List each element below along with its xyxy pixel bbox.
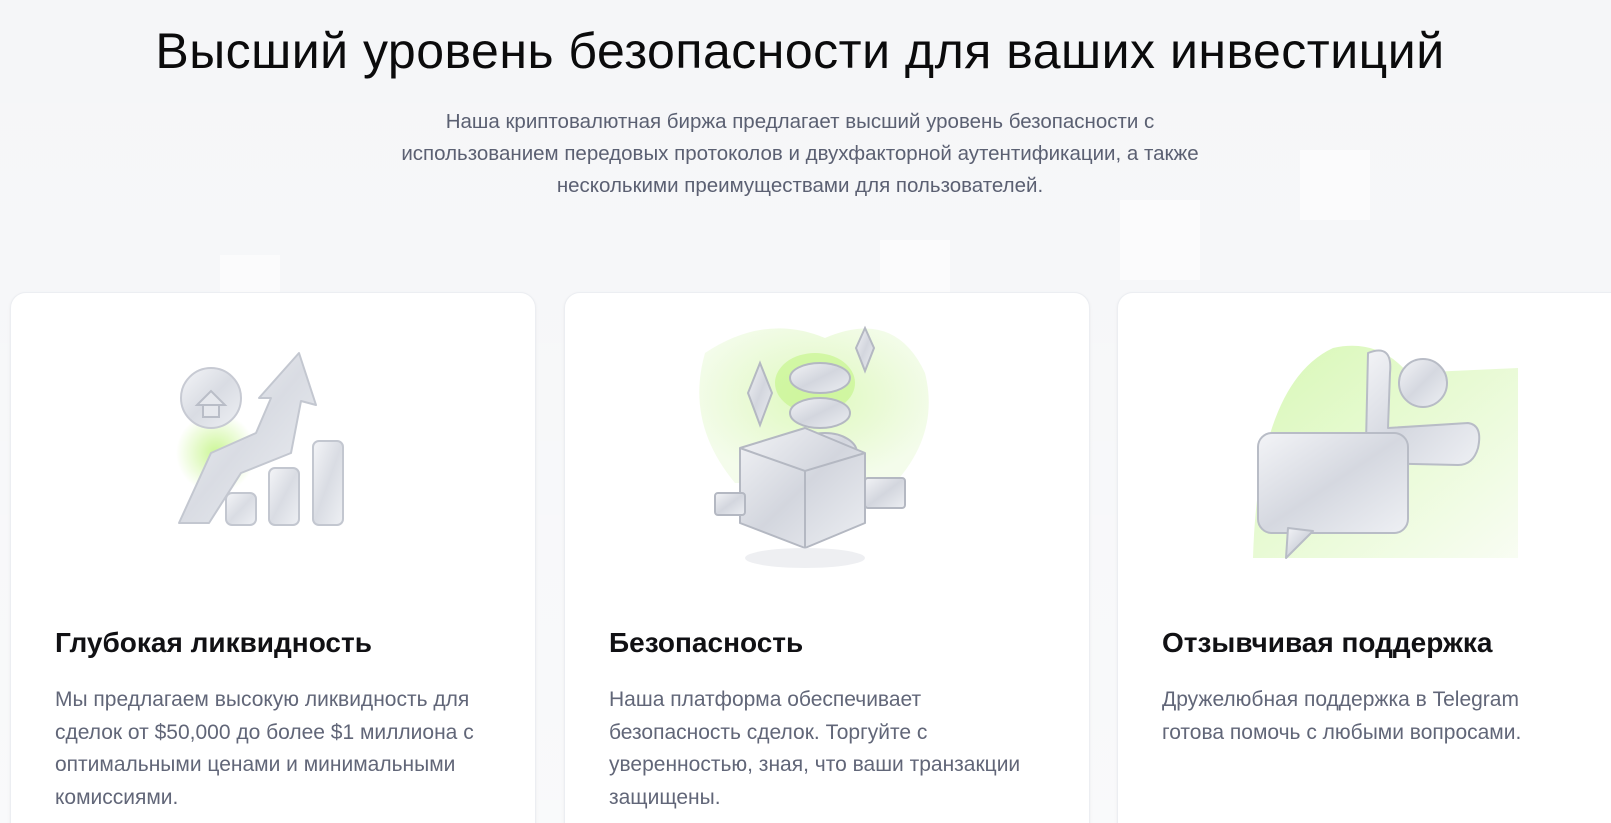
background-tile — [1300, 150, 1370, 220]
secure-box-icon — [699, 325, 929, 568]
feature-title: Отзывчивая поддержка — [1162, 627, 1493, 658]
support-chat-icon — [1253, 345, 1518, 559]
background-tile — [880, 240, 950, 300]
growth-chart-icon — [176, 352, 344, 526]
page-subtitle: Наша криптовалютная биржа предлагает выс… — [401, 110, 1199, 197]
background-tile — [1120, 200, 1200, 280]
page-title: Высший уровень безопасности для ваших ин… — [155, 23, 1445, 79]
security-section: Высший уровень безопасности для ваших ин… — [0, 0, 1611, 823]
background-tile — [220, 255, 280, 295]
feature-title: Глубокая ликвидность — [55, 627, 372, 658]
feature-description: Наша платформа обеспечивает безопасность… — [609, 688, 1021, 809]
feature-card-support: Отзывчивая поддержка Дружелюбная поддерж… — [1117, 292, 1611, 823]
feature-description: Мы предлагаем высокую ликвидность для сд… — [55, 688, 474, 809]
feature-description: Дружелюбная поддержка в Telegram готова … — [1162, 688, 1522, 744]
feature-card-security: Безопасность Наша платформа обеспечивает… — [564, 292, 1090, 823]
feature-card-liquidity: Глубокая ликвидность Мы предлагаем высок… — [10, 292, 536, 823]
feature-title: Безопасность — [609, 627, 804, 658]
